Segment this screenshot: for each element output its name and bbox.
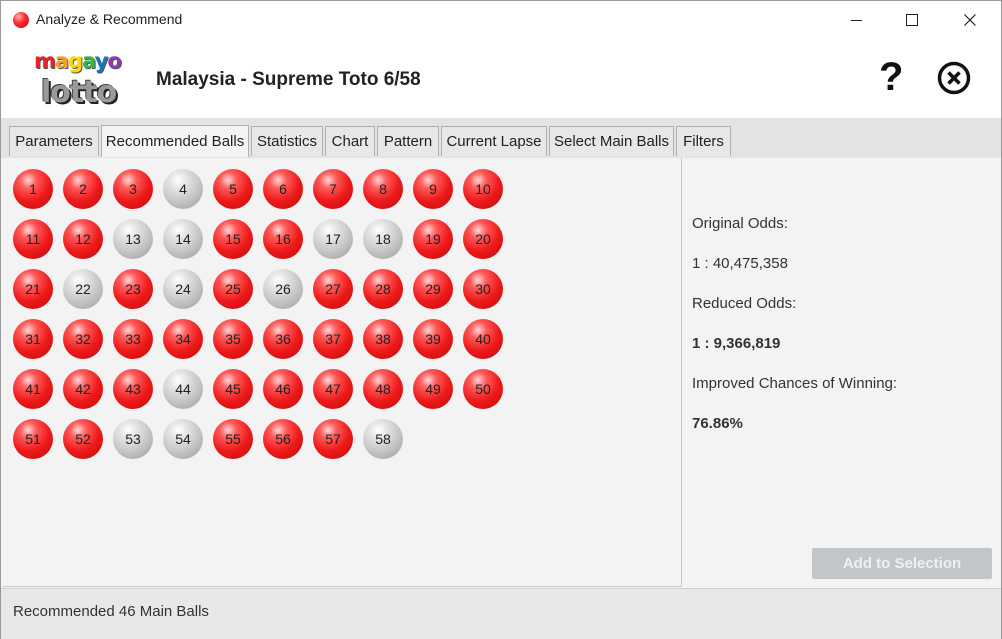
ball-29[interactable]: 29 [413, 269, 453, 309]
ball-15[interactable]: 15 [213, 219, 253, 259]
ball-13[interactable]: 13 [113, 219, 153, 259]
ball-14[interactable]: 14 [163, 219, 203, 259]
ball-3[interactable]: 3 [113, 169, 153, 209]
ball-36[interactable]: 36 [263, 319, 303, 359]
status-bar: Recommended 46 Main Balls [1, 588, 1001, 639]
ball-1[interactable]: 1 [13, 169, 53, 209]
ball-16[interactable]: 16 [263, 219, 303, 259]
ball-47[interactable]: 47 [313, 369, 353, 409]
ball-19[interactable]: 19 [413, 219, 453, 259]
ball-34[interactable]: 34 [163, 319, 203, 359]
improved-chances-value: 76.86% [692, 415, 743, 432]
ball-58[interactable]: 58 [363, 419, 403, 459]
ball-50[interactable]: 50 [463, 369, 503, 409]
tab-strip: Parameters Recommended Balls Statistics Cha… [1, 118, 1001, 159]
logo-top-text: magayo [34, 49, 122, 73]
tab-recommended-balls[interactable]: Recommended Balls [101, 125, 249, 157]
ball-4[interactable]: 4 [163, 169, 203, 209]
ball-22[interactable]: 22 [63, 269, 103, 309]
tab-current-lapse[interactable]: Current Lapse [441, 126, 547, 156]
title-bar: Analyze & Recommend [1, 1, 1001, 39]
ball-17[interactable]: 17 [313, 219, 353, 259]
tab-parameters[interactable]: Parameters [9, 126, 99, 156]
ball-27[interactable]: 27 [313, 269, 353, 309]
add-to-selection-button[interactable]: Add to Selection [812, 548, 992, 579]
ball-43[interactable]: 43 [113, 369, 153, 409]
header: magayo lotto Malaysia - Supreme Toto 6/5… [1, 39, 1001, 118]
app-ball-icon [13, 12, 29, 28]
balls-panel: 1 2 3 4 5 6 7 8 9 10 11 12 13 14 15 16 17 18 19 20 21 22 23 24 2… [3, 158, 682, 587]
ball-31[interactable]: 31 [13, 319, 53, 359]
close-icon [964, 14, 976, 26]
minimize-icon [850, 19, 862, 21]
ball-33[interactable]: 33 [113, 319, 153, 359]
minimize-button[interactable] [833, 1, 879, 39]
maximize-button[interactable] [889, 1, 935, 39]
ball-45[interactable]: 45 [213, 369, 253, 409]
ball-46[interactable]: 46 [263, 369, 303, 409]
ball-39[interactable]: 39 [413, 319, 453, 359]
tab-pattern[interactable]: Pattern [377, 126, 439, 156]
tab-filters[interactable]: Filters [676, 126, 731, 156]
tab-statistics[interactable]: Statistics [251, 126, 323, 156]
improved-chances-label: Improved Chances of Winning: [692, 375, 898, 392]
ball-41[interactable]: 41 [13, 369, 53, 409]
close-circle-icon[interactable] [937, 61, 971, 95]
ball-54[interactable]: 54 [163, 419, 203, 459]
tab-select-main-balls[interactable]: Select Main Balls [549, 126, 674, 156]
ball-7[interactable]: 7 [313, 169, 353, 209]
ball-26[interactable]: 26 [263, 269, 303, 309]
ball-28[interactable]: 28 [363, 269, 403, 309]
help-icon[interactable]: ? [879, 57, 903, 97]
ball-51[interactable]: 51 [13, 419, 53, 459]
lottery-title: Malaysia - Supreme Toto 6/58 [156, 69, 421, 90]
reduced-odds-label: Reduced Odds: [692, 295, 797, 312]
reduced-odds-value: 1 : 9,366,819 [692, 335, 781, 352]
ball-25[interactable]: 25 [213, 269, 253, 309]
status-text: Recommended 46 Main Balls [13, 603, 209, 620]
ball-57[interactable]: 57 [313, 419, 353, 459]
ball-56[interactable]: 56 [263, 419, 303, 459]
main-content: 1 2 3 4 5 6 7 8 9 10 11 12 13 14 15 16 17 18 19 20 21 22 23 24 2… [1, 158, 1001, 588]
ball-18[interactable]: 18 [363, 219, 403, 259]
ball-42[interactable]: 42 [63, 369, 103, 409]
ball-24[interactable]: 24 [163, 269, 203, 309]
logo-bottom-text: lotto [41, 75, 117, 110]
ball-44[interactable]: 44 [163, 369, 203, 409]
ball-38[interactable]: 38 [363, 319, 403, 359]
ball-35[interactable]: 35 [213, 319, 253, 359]
ball-55[interactable]: 55 [213, 419, 253, 459]
odds-panel: Original Odds: 1 : 40,475,358 Reduced Od… [682, 158, 1001, 588]
window-title: Analyze & Recommend [36, 11, 183, 27]
ball-37[interactable]: 37 [313, 319, 353, 359]
tab-chart[interactable]: Chart [325, 126, 375, 156]
original-odds-value: 1 : 40,475,358 [692, 255, 788, 272]
ball-49[interactable]: 49 [413, 369, 453, 409]
ball-40[interactable]: 40 [463, 319, 503, 359]
magayo-lotto-logo: magayo lotto [31, 49, 131, 110]
maximize-icon [906, 14, 918, 26]
ball-30[interactable]: 30 [463, 269, 503, 309]
ball-21[interactable]: 21 [13, 269, 53, 309]
ball-8[interactable]: 8 [363, 169, 403, 209]
ball-48[interactable]: 48 [363, 369, 403, 409]
ball-2[interactable]: 2 [63, 169, 103, 209]
ball-52[interactable]: 52 [63, 419, 103, 459]
ball-20[interactable]: 20 [463, 219, 503, 259]
ball-12[interactable]: 12 [63, 219, 103, 259]
ball-5[interactable]: 5 [213, 169, 253, 209]
ball-32[interactable]: 32 [63, 319, 103, 359]
ball-53[interactable]: 53 [113, 419, 153, 459]
ball-9[interactable]: 9 [413, 169, 453, 209]
ball-11[interactable]: 11 [13, 219, 53, 259]
ball-6[interactable]: 6 [263, 169, 303, 209]
close-window-button[interactable] [947, 1, 993, 39]
original-odds-label: Original Odds: [692, 215, 788, 232]
ball-10[interactable]: 10 [463, 169, 503, 209]
analyze-recommend-window: Analyze & Recommend magayo lotto Malaysi… [0, 0, 1002, 639]
ball-23[interactable]: 23 [113, 269, 153, 309]
